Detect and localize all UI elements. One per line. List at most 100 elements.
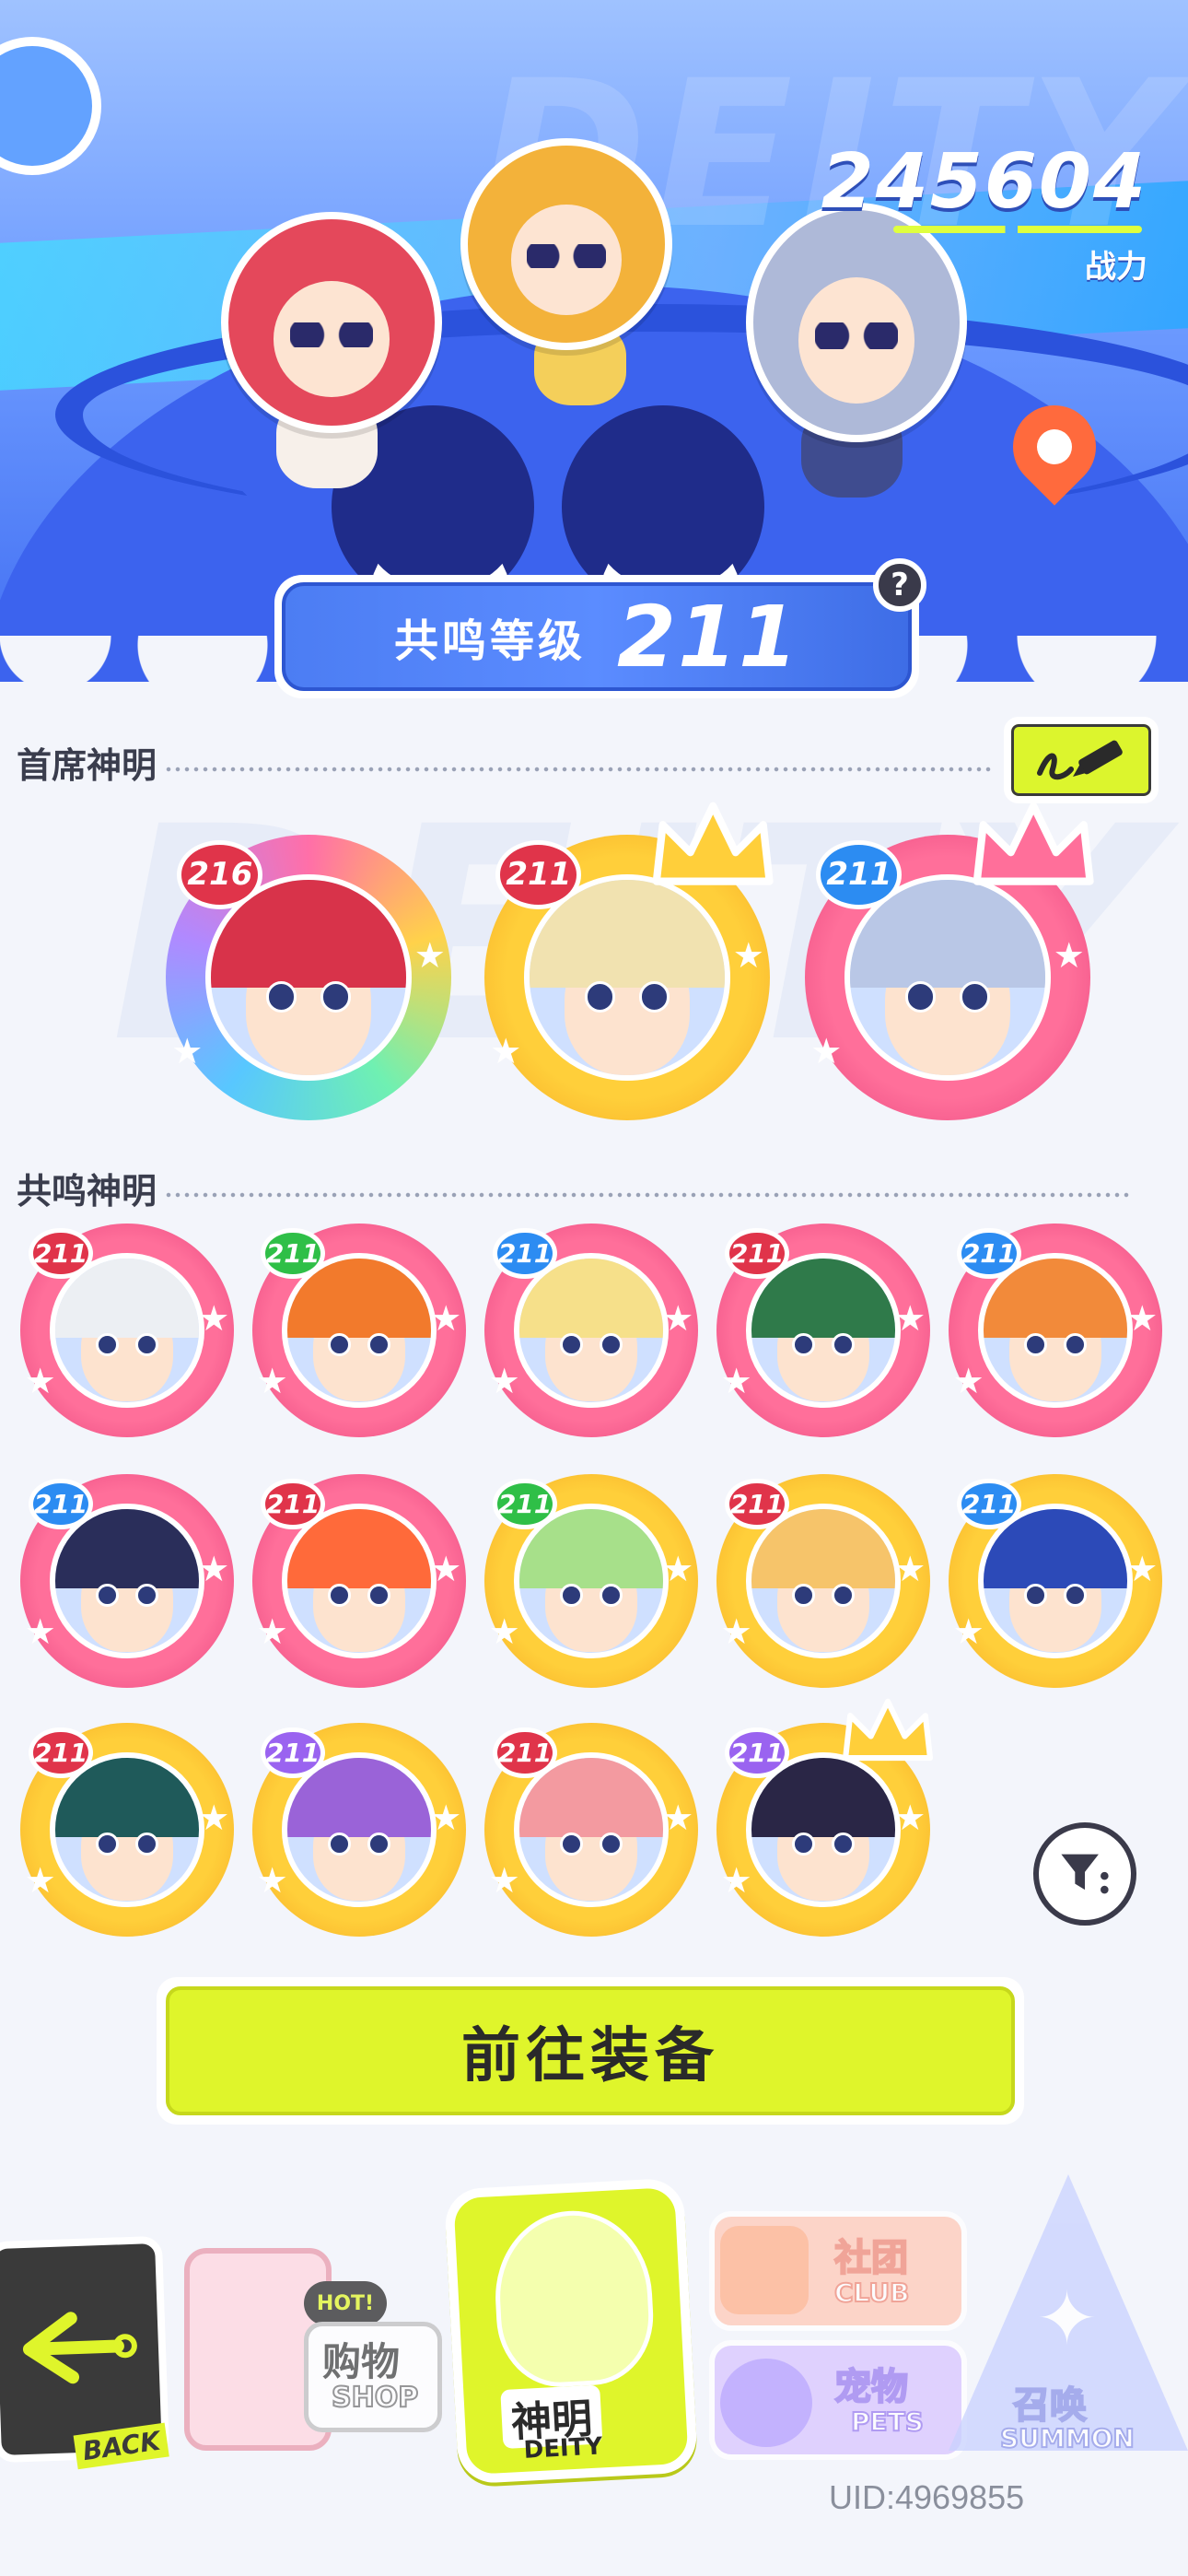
deity-level: 211 xyxy=(816,840,903,909)
combat-power-underline xyxy=(893,226,1142,233)
star-icon: ★ xyxy=(952,1361,984,1402)
star-icon: ★ xyxy=(198,1297,230,1339)
star-icon: ★ xyxy=(488,1611,520,1653)
club-bag-icon xyxy=(720,2226,809,2314)
filter-button[interactable] xyxy=(1033,1822,1136,1926)
back-arrow-icon xyxy=(22,2312,137,2384)
star-icon: ★ xyxy=(430,1797,462,1838)
nav-summon[interactable]: ✦ 召唤 SUMMON xyxy=(949,2174,1188,2469)
deity-level: 211 xyxy=(493,1227,557,1280)
deity-badge[interactable]: 211 ★ ★ xyxy=(484,1224,698,1437)
star-icon: ★ xyxy=(1126,1297,1159,1339)
resonance-level-panel: 共鸣等级 211 xyxy=(274,575,919,698)
resonance-deities-header: 共鸣神明 xyxy=(17,1163,1131,1213)
star-icon: ★ xyxy=(256,1611,288,1653)
back-label: BACK xyxy=(73,2422,170,2470)
star-icon: ★ xyxy=(894,1797,926,1838)
deity-badge[interactable]: 211 ★ ★ xyxy=(252,1723,466,1937)
dotted-divider xyxy=(164,766,993,772)
chibi-character-left[interactable] xyxy=(221,212,442,433)
deity-badge[interactable]: 216 ★ ★ xyxy=(166,835,451,1120)
resonance-level-label: 共鸣等级 xyxy=(393,615,586,667)
club-label-cn: 社团 xyxy=(833,2236,909,2280)
pet-icon xyxy=(720,2359,812,2447)
user-id: UID:4969855 xyxy=(829,2478,1025,2516)
star-icon: ★ xyxy=(256,1361,288,1402)
club-label-en: CLUB xyxy=(833,2277,910,2309)
deity-level: 211 xyxy=(493,1727,557,1779)
nav-shop[interactable]: HOT! 购物 SHOP xyxy=(166,2193,442,2469)
deity-badge[interactable]: 211 ★ ★ xyxy=(716,1474,930,1688)
deity-level: 216 xyxy=(177,840,263,909)
deity-badge[interactable]: 211 ★ ★ xyxy=(484,1723,698,1937)
planet-icon xyxy=(0,37,101,175)
combat-power-value: 245604 xyxy=(821,138,1147,226)
edit-button[interactable] xyxy=(1004,717,1159,803)
resonance-deities-title: 共鸣神明 xyxy=(17,1171,157,1212)
deity-badge[interactable]: 211 ★ ★ xyxy=(252,1224,466,1437)
deity-level: 211 xyxy=(725,1727,789,1779)
star-icon: ★ xyxy=(1053,934,1085,976)
star-icon: ★ xyxy=(810,1031,843,1072)
back-button[interactable]: BACK xyxy=(0,2235,170,2470)
star-icon: ★ xyxy=(662,1297,694,1339)
star-icon: ★ xyxy=(662,1797,694,1838)
crown-icon xyxy=(842,1698,933,1761)
star-icon: ★ xyxy=(24,1611,56,1653)
star-icon: ★ xyxy=(720,1860,752,1902)
go-to-equip-button[interactable]: 前往装备 xyxy=(157,1977,1024,2125)
star-icon: ★ xyxy=(952,1611,984,1653)
deity-level: 211 xyxy=(493,1478,557,1530)
deity-badge[interactable]: 211 ★ ★ xyxy=(252,1474,466,1688)
deity-badge[interactable]: 211 ★ ★ xyxy=(20,1474,234,1688)
star-icon: ★ xyxy=(488,1361,520,1402)
deity-level: 211 xyxy=(725,1227,789,1280)
resonance-level-inner: 共鸣等级 211 xyxy=(282,582,912,691)
chibi-character-right[interactable] xyxy=(746,203,967,442)
first-deities-title: 首席神明 xyxy=(17,745,157,786)
star-icon: ★ xyxy=(720,1361,752,1402)
deity-level: 211 xyxy=(29,1227,93,1280)
deity-badge[interactable]: 211 ★ ★ xyxy=(805,802,1094,1120)
summon-star-icon: ✦ xyxy=(1036,2276,1099,2361)
deity-badge[interactable]: 211 ★ ★ xyxy=(484,1474,698,1688)
star-icon: ★ xyxy=(413,934,446,976)
nav-deity[interactable]: 神明 DEITY xyxy=(443,2177,699,2485)
shop-label-cn: 购物 xyxy=(322,2339,401,2384)
star-icon: ★ xyxy=(732,934,764,976)
deity-badge[interactable]: 211 ★ ★ xyxy=(20,1723,234,1937)
summon-label-en: SUMMON xyxy=(999,2422,1136,2454)
deity-badge[interactable]: 211 ★ ★ xyxy=(716,1224,930,1437)
deity-badge[interactable]: 211 ★ ★ xyxy=(949,1224,1162,1437)
star-icon: ★ xyxy=(24,1361,56,1402)
deity-label-en: DEITY xyxy=(522,2432,603,2465)
crown-icon xyxy=(973,802,1094,885)
pets-label-en: PETS xyxy=(850,2406,925,2438)
star-icon: ★ xyxy=(894,1548,926,1589)
go-to-equip-label: 前往装备 xyxy=(166,1986,1015,2115)
star-icon: ★ xyxy=(430,1297,462,1339)
star-icon: ★ xyxy=(720,1611,752,1653)
deity-badge[interactable]: 211 ★ ★ xyxy=(716,1698,933,1937)
star-icon: ★ xyxy=(24,1860,56,1902)
combat-power-label: 战力 xyxy=(1085,249,1147,286)
chibi-character-center[interactable] xyxy=(460,138,672,350)
deity-level: 211 xyxy=(957,1227,1021,1280)
star-icon: ★ xyxy=(171,1031,204,1072)
nav-pets[interactable]: 宠物 PETS xyxy=(709,2340,967,2460)
deity-badge[interactable]: 211 ★ ★ xyxy=(20,1224,234,1437)
dotted-divider xyxy=(164,1191,1131,1198)
deity-level: 211 xyxy=(957,1478,1021,1530)
deity-badge[interactable]: 211 ★ ★ xyxy=(484,802,774,1120)
crown-icon xyxy=(652,802,774,885)
deity-badge[interactable]: 211 ★ ★ xyxy=(949,1474,1162,1688)
star-icon: ★ xyxy=(662,1548,694,1589)
first-deities-header: 首席神明 xyxy=(17,737,993,788)
deity-level: 211 xyxy=(261,1478,325,1530)
help-icon[interactable]: ? xyxy=(873,558,926,612)
hot-badge: HOT! xyxy=(304,2281,387,2325)
filter-icon xyxy=(1061,1854,1109,1894)
star-icon: ★ xyxy=(430,1548,462,1589)
deity-level: 211 xyxy=(261,1727,325,1779)
nav-club[interactable]: 社团 CLUB xyxy=(709,2211,967,2331)
